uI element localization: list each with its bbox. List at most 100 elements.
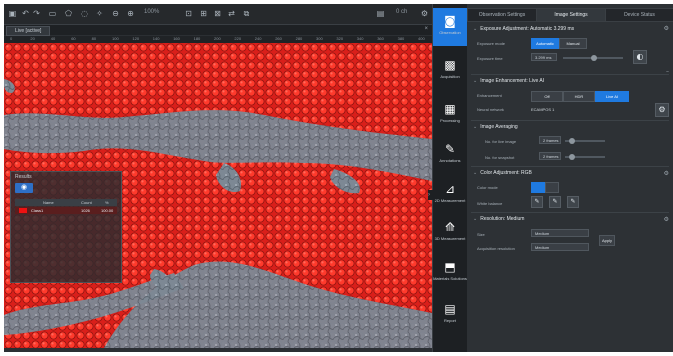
row-count: 1026 (81, 208, 90, 213)
rail-label: 3D Measurement (434, 236, 466, 241)
enhancement-label: Enhancement (477, 93, 502, 98)
zoom-level[interactable]: 100% (144, 9, 159, 15)
table-row[interactable]: Class1 1026 100.00 (15, 207, 117, 214)
gear-icon[interactable]: ⚙ (664, 25, 669, 32)
wb-auto-icon[interactable]: ✎ (531, 196, 543, 208)
rail-item-3d-measurement[interactable]: ⟰ 3D Measurement (433, 214, 467, 252)
averaging-snapshot-knob[interactable] (569, 154, 575, 160)
ruler-tick-label: 320 (336, 36, 344, 41)
rail-item-annotations[interactable]: ✎ Annotations (433, 136, 467, 174)
averaging-live-field[interactable]: 2 frames (539, 136, 561, 144)
averaging-section-header[interactable]: ⌄ Image Averaging (473, 124, 518, 130)
enhancement-off[interactable]: Off (531, 91, 563, 102)
enhancement-section-header[interactable]: ⌄ Image Enhancement: Live AI (473, 78, 544, 84)
divider (471, 74, 669, 75)
ruler-tick-label: 100 (112, 36, 119, 41)
overlay-icon[interactable]: ⧉ (242, 9, 251, 18)
rail-item-materials[interactable]: ⬒ Materials Solutions (433, 254, 467, 292)
tab-observation-settings[interactable]: Observation Settings (467, 8, 537, 22)
image-tab[interactable]: Live [active] (6, 26, 51, 36)
ruler-tick-label: 0 (10, 36, 13, 41)
ruler-tick-label: 220 (234, 36, 242, 41)
image-tab-label: Live [active] (15, 28, 42, 34)
channel-count[interactable]: 0 ch (396, 9, 407, 15)
color-section-header[interactable]: ⌄ Color Adjustment: RGB (473, 170, 532, 176)
rail-label: Observation (439, 30, 461, 35)
ruler-tick-label: 400 (418, 36, 425, 41)
ruler-tick-label: 120 (132, 36, 140, 41)
ruler-tick-label: 200 (214, 36, 221, 41)
ruler-tick-label: 340 (356, 36, 364, 41)
class-color-swatch (19, 208, 27, 213)
wb-pick-icon[interactable]: ✎ (549, 196, 561, 208)
zoom-in-icon[interactable]: ⊕ (126, 9, 135, 18)
horizontal-ruler: 0 20 40 60 80 100 120 140 160 180 200 220 240 260 280 3… (4, 36, 432, 43)
exposure-time-field[interactable]: 3.299 ms (531, 53, 557, 61)
exposure-mode-manual[interactable]: Manual (559, 38, 587, 49)
navigation-rail: › ◙ Observation ▩ Acquisition ▦ Processi… (428, 4, 467, 352)
averaging-live-label: No. for live image (485, 139, 517, 144)
layout-icon[interactable]: ▤ (376, 9, 385, 18)
tab-device-status[interactable]: Device Status (605, 8, 673, 22)
size-select[interactable]: Medium (531, 229, 589, 237)
compare-icon[interactable]: ⇄ (227, 9, 236, 18)
select-magic-icon[interactable]: ✧ (95, 9, 104, 18)
select-freehand-icon[interactable]: ◌ (80, 9, 89, 18)
color-mode-rgb[interactable] (531, 182, 545, 193)
live-image-view[interactable]: Results ◉ Name Count % Class1 1026 100.0… (4, 43, 432, 348)
select-rect-icon[interactable]: ▭ (48, 9, 57, 18)
ruler-tick-label: 180 (193, 36, 201, 41)
chevron-down-icon: ⌄ (473, 78, 478, 84)
close-icon[interactable]: × (424, 26, 428, 32)
acquisition-resolution-select[interactable]: Medium (531, 243, 589, 251)
ruler-tick-label: 240 (254, 36, 262, 41)
grid-icon[interactable]: ⊞ (199, 9, 208, 18)
neural-network-label: Neural network (477, 107, 504, 112)
color-mode-label: Color mode (477, 185, 498, 190)
gear-icon[interactable]: ⚙ (664, 216, 669, 223)
apply-button[interactable]: Apply (599, 235, 615, 246)
rail-label: Processing (440, 118, 460, 123)
exposure-mode-automatic[interactable]: Automatic (531, 38, 559, 49)
rail-item-processing[interactable]: ▦ Processing (433, 96, 467, 134)
wb-reset-icon[interactable]: ✎ (567, 196, 579, 208)
ruler-tick-label: 280 (295, 36, 303, 41)
rail-item-acquisition[interactable]: ▩ Acquisition (433, 52, 467, 90)
network-settings-button[interactable]: ⚙ (655, 103, 669, 117)
undo-icon[interactable]: ↶ (21, 9, 30, 18)
rail-item-report[interactable]: ▤ Report (433, 296, 467, 334)
averaging-live-knob[interactable] (569, 138, 575, 144)
chevron-down-icon: ⌄ (473, 26, 478, 32)
settings-icon[interactable]: ⚙ (420, 9, 429, 18)
neural-network-value[interactable]: ECAMPOS 1 (531, 107, 554, 112)
exposure-slider-knob[interactable] (591, 55, 597, 61)
folder-icon[interactable]: ▣ (8, 9, 17, 18)
enhancement-live-ai[interactable]: Live AI (595, 91, 629, 102)
rail-label: Report (443, 318, 456, 323)
white-balance-label: White balance (477, 201, 503, 206)
column-count: Count (81, 200, 92, 205)
averaging-snapshot-field[interactable]: 2 frames (539, 152, 561, 160)
eye-icon[interactable]: ◉ (15, 183, 33, 193)
rail-item-2d-measurement[interactable]: ⊿ 2D Measurement (433, 176, 467, 214)
rail-label: Materials Solutions (433, 276, 467, 281)
report-icon: ▤ (444, 302, 456, 316)
gear-icon[interactable]: ⚙ (664, 170, 669, 177)
crosshair-icon[interactable]: ⊠ (213, 9, 222, 18)
results-panel[interactable]: Results ◉ Name Count % Class1 1026 100.0… (10, 171, 122, 283)
settings-panel: Observation Settings Image Settings Devi… (467, 4, 673, 352)
auto-exposure-button[interactable]: ◐ (633, 50, 647, 64)
ruler-tick-label: 80 (91, 36, 97, 41)
color-mode-mono[interactable] (545, 182, 559, 193)
zoom-out-icon[interactable]: ⊖ (111, 9, 120, 18)
redo-icon[interactable]: ↷ (32, 9, 41, 18)
resolution-section-header[interactable]: ⌄ Resolution: Medium (473, 216, 524, 222)
enhancement-hdr[interactable]: HDR (563, 91, 595, 102)
ruler-tick-label: 380 (397, 36, 405, 41)
select-poly-icon[interactable]: ⬠ (64, 9, 73, 18)
fit-window-icon[interactable]: ⊡ (184, 9, 193, 18)
column-name: Name (43, 200, 54, 205)
tab-image-settings[interactable]: Image Settings (536, 8, 606, 22)
rail-item-observation[interactable]: ◙ Observation (433, 8, 467, 46)
exposure-section-header[interactable]: ⌄ Exposure Adjustment: Automatic 3.299 ms (473, 26, 574, 32)
